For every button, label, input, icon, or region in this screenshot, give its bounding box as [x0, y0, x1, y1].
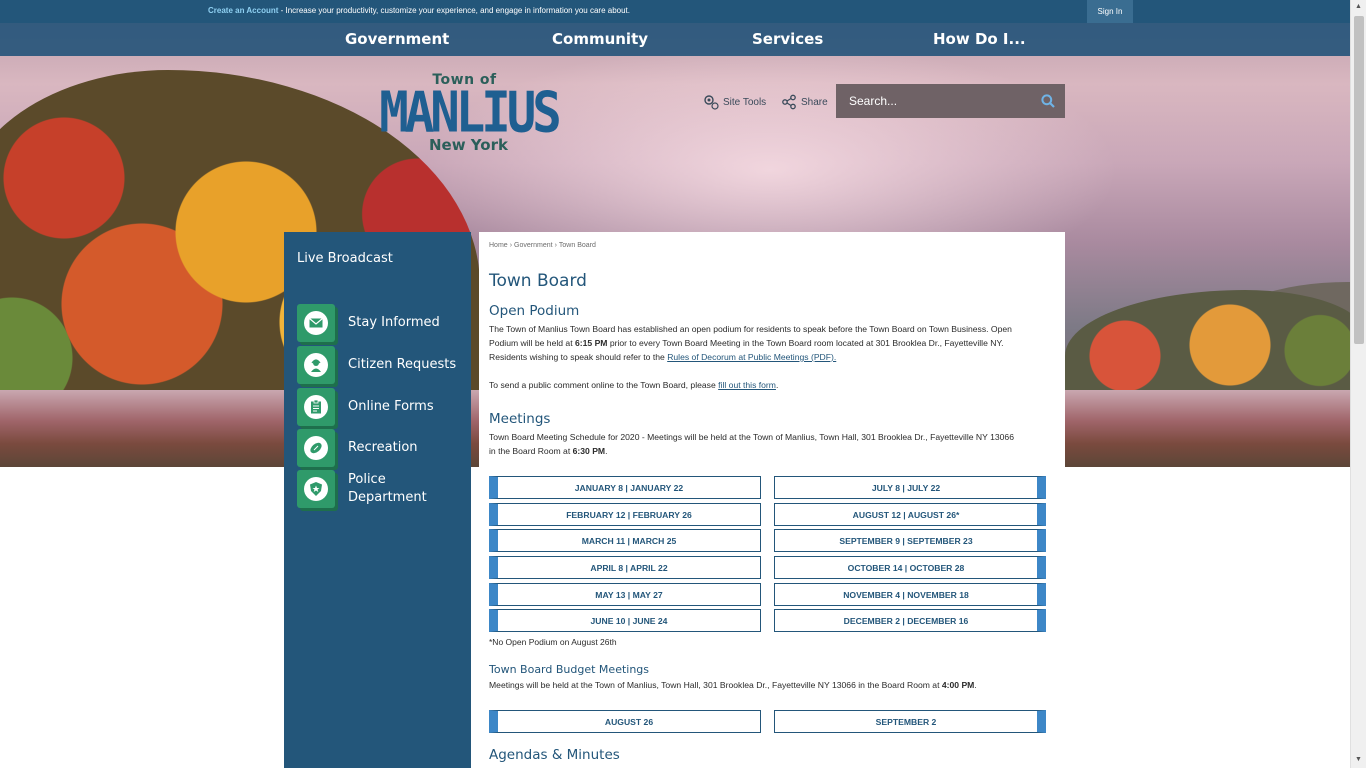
scrollbar-thumb[interactable]: [1354, 16, 1364, 344]
gear-icon: [704, 95, 719, 110]
search-button[interactable]: [1031, 84, 1065, 118]
public-comment-form-link[interactable]: fill out this form: [718, 380, 776, 390]
meeting-dates-november[interactable]: NOVEMBER 4 | NOVEMBER 18: [774, 583, 1046, 606]
site-tools-label: Site Tools: [723, 96, 767, 108]
site-tools-button[interactable]: Site Tools: [703, 95, 767, 110]
search-box: [836, 84, 1065, 118]
create-account-link[interactable]: Create an Account: [208, 6, 278, 15]
open-podium-text: The Town of Manlius Town Board has estab…: [489, 324, 1012, 362]
nav-government[interactable]: Government: [345, 30, 449, 48]
meeting-dates-may[interactable]: MAY 13 | MAY 27: [489, 583, 761, 606]
main-content: Home › Government › Town Board Town Board Op…: [479, 232, 1065, 768]
quick-link-police-department[interactable]: Police Department: [297, 470, 468, 508]
agendas-minutes-heading: Agendas & Minutes: [489, 747, 620, 763]
quick-link-recreation[interactable]: Recreation: [297, 429, 468, 467]
budget-meetings-text: Meetings will be held at the Town of Man…: [489, 680, 977, 690]
public-comment-text: To send a public comment online to the T…: [489, 380, 779, 390]
live-broadcast-link[interactable]: Live Broadcast: [297, 251, 393, 266]
football-icon: [297, 429, 335, 467]
breadcrumb-separator: ›: [554, 242, 557, 249]
quick-link-label: Citizen Requests: [348, 357, 457, 372]
scroll-down-arrow-icon[interactable]: ▼: [1355, 756, 1362, 763]
autumn-trees-right: [1065, 290, 1350, 400]
meeting-dates-april[interactable]: APRIL 8 | APRIL 22: [489, 556, 761, 579]
meeting-dates-january[interactable]: JANUARY 8 | JANUARY 22: [489, 476, 761, 499]
breadcrumb-separator: ›: [509, 242, 513, 249]
rules-of-decorum-link[interactable]: Rules of Decorum at Public Meetings (PDF…: [667, 352, 836, 362]
envelope-icon: [297, 304, 335, 342]
page-scrollbar[interactable]: ▲ ▼: [1350, 0, 1366, 768]
nav-community[interactable]: Community: [552, 30, 648, 48]
clipboard-icon: [297, 388, 335, 426]
budget-date-august-26[interactable]: AUGUST 26: [489, 710, 761, 733]
meeting-dates-march[interactable]: MARCH 11 | MARCH 25: [489, 529, 761, 552]
breadcrumb-government[interactable]: Government: [514, 242, 553, 249]
share-label: Share: [801, 96, 828, 108]
breadcrumb-home[interactable]: Home: [489, 242, 508, 249]
nav-services[interactable]: Services: [752, 30, 823, 48]
meeting-dates-august[interactable]: AUGUST 12 | AUGUST 26*: [774, 503, 1046, 526]
quick-link-label: Recreation: [348, 440, 418, 455]
quick-link-label: Stay Informed: [348, 315, 440, 330]
open-podium-note: *No Open Podium on August 26th: [489, 637, 617, 647]
account-bar: Create an Account - Increase your produc…: [0, 0, 1350, 23]
site-logo[interactable]: Town of MANLIUS New York: [376, 72, 562, 167]
meetings-heading: Meetings: [489, 411, 551, 427]
meetings-text: Town Board Meeting Schedule for 2020 - M…: [489, 432, 1014, 456]
share-icon: [782, 94, 796, 110]
logo-manlius: MANLIUS: [379, 79, 562, 146]
scroll-up-arrow-icon[interactable]: ▲: [1355, 3, 1362, 10]
account-promo: Create an Account - Increase your produc…: [208, 6, 630, 15]
person-headset-icon: [297, 346, 335, 384]
sign-in-button[interactable]: Sign In: [1087, 0, 1133, 23]
sidebar: Live Broadcast Stay Informed Citizen Req…: [284, 232, 471, 768]
quick-link-label: Online Forms: [348, 399, 434, 414]
police-badge-icon: [297, 470, 335, 508]
quick-link-online-forms[interactable]: Online Forms: [297, 388, 468, 426]
search-input[interactable]: [836, 84, 1031, 118]
breadcrumb-current: Town Board: [558, 242, 596, 249]
quick-link-label: Police Department: [348, 472, 427, 505]
page-title: Town Board: [489, 271, 587, 291]
main-nav: Government Community Services How Do I..…: [0, 23, 1350, 56]
meeting-dates-february[interactable]: FEBRUARY 12 | FEBRUARY 26: [489, 503, 761, 526]
quick-link-stay-informed[interactable]: Stay Informed: [297, 304, 468, 342]
meeting-dates-september[interactable]: SEPTEMBER 9 | SEPTEMBER 23: [774, 529, 1046, 552]
meeting-dates-october[interactable]: OCTOBER 14 | OCTOBER 28: [774, 556, 1046, 579]
quick-link-citizen-requests[interactable]: Citizen Requests: [297, 346, 468, 384]
budget-meetings-heading: Town Board Budget Meetings: [489, 663, 650, 676]
budget-date-september-2[interactable]: SEPTEMBER 2: [774, 710, 1046, 733]
search-icon: [1041, 94, 1055, 108]
share-button[interactable]: Share: [781, 94, 828, 110]
nav-how-do-i[interactable]: How Do I...: [933, 30, 1026, 48]
meeting-dates-july[interactable]: JULY 8 | JULY 22: [774, 476, 1046, 499]
account-tagline: - Increase your productivity, customize …: [278, 6, 630, 15]
meeting-dates-june[interactable]: JUNE 10 | JUNE 24: [489, 609, 761, 632]
breadcrumb: Home › Government › Town Board: [489, 242, 596, 249]
open-podium-heading: Open Podium: [489, 303, 580, 319]
meeting-dates-december[interactable]: DECEMBER 2 | DECEMBER 16: [774, 609, 1046, 632]
